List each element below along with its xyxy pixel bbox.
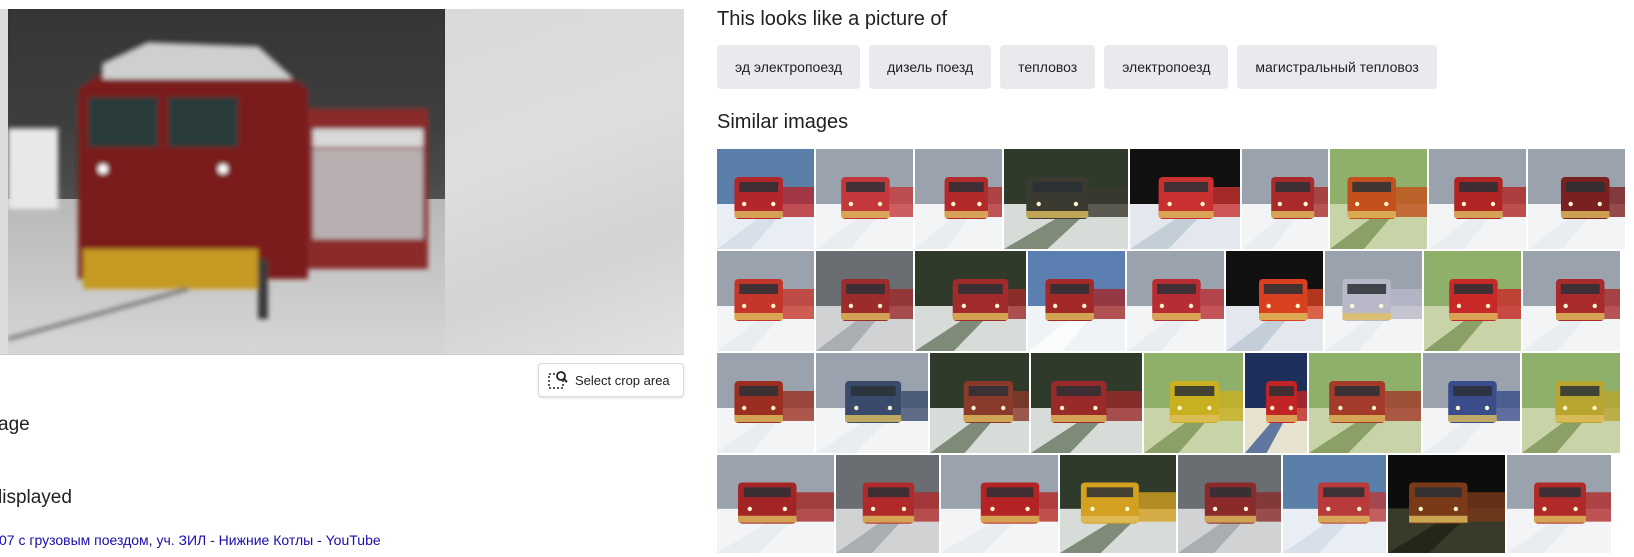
similar-image-thumbnail[interactable] [1522, 353, 1620, 453]
similar-images-row [717, 251, 1634, 351]
similar-image-thumbnail[interactable] [915, 149, 1002, 249]
similar-image-thumbnail[interactable] [1004, 149, 1128, 249]
similar-image-thumbnail[interactable] [717, 149, 814, 249]
label-chip[interactable]: тепловоз [1000, 45, 1096, 89]
label-chip[interactable]: электропоезд [1104, 45, 1229, 89]
similar-image-thumbnail[interactable] [1028, 251, 1125, 351]
label-chips: эд электропоезд дизель поезд тепловоз эл… [717, 45, 1437, 89]
similar-image-thumbnail[interactable] [717, 455, 834, 553]
select-crop-area-button[interactable]: Select crop area [538, 363, 684, 397]
crop-search-icon [547, 369, 569, 391]
side-heading-displayed: lisplayed [0, 487, 72, 508]
source-link[interactable]: 07 с грузовым поездом, уч. ЗИЛ - Нижние … [0, 532, 381, 548]
similar-image-thumbnail[interactable] [1178, 455, 1281, 553]
label-chip[interactable]: эд электропоезд [717, 45, 861, 89]
similar-image-thumbnail[interactable] [1523, 251, 1620, 351]
similar-image-thumbnail[interactable] [717, 251, 814, 351]
similar-image-thumbnail[interactable] [1031, 353, 1142, 453]
best-guess-title: This looks like a picture of [717, 8, 948, 30]
similar-image-thumbnail[interactable] [915, 251, 1026, 351]
similar-images-title: Similar images [717, 111, 849, 133]
similar-image-thumbnail[interactable] [1388, 455, 1505, 553]
similar-image-thumbnail[interactable] [717, 353, 814, 453]
similar-image-thumbnail[interactable] [1309, 353, 1421, 453]
similar-image-thumbnail[interactable] [1325, 251, 1422, 351]
query-image-preview [0, 9, 684, 355]
label-chip[interactable]: магистральный тепловоз [1237, 45, 1437, 89]
similar-image-thumbnail[interactable] [1283, 455, 1386, 553]
similar-image-thumbnail[interactable] [1127, 251, 1224, 351]
similar-image-thumbnail[interactable] [816, 149, 913, 249]
side-heading-image: age [0, 414, 30, 435]
similar-image-thumbnail[interactable] [1242, 149, 1328, 249]
similar-image-thumbnail[interactable] [816, 251, 913, 351]
similar-image-thumbnail[interactable] [1226, 251, 1323, 351]
similar-image-thumbnail[interactable] [1528, 149, 1625, 249]
similar-image-thumbnail[interactable] [816, 353, 928, 453]
similar-image-thumbnail[interactable] [930, 353, 1029, 453]
similar-image-thumbnail[interactable] [1507, 455, 1611, 553]
similar-image-thumbnail[interactable] [1330, 149, 1427, 249]
similar-image-thumbnail[interactable] [1144, 353, 1243, 453]
similar-image-thumbnail[interactable] [1060, 455, 1176, 553]
crop-button-label: Select crop area [575, 372, 670, 388]
query-image-padding [445, 9, 684, 354]
similar-image-thumbnail[interactable] [941, 455, 1058, 553]
label-chip[interactable]: дизель поезд [869, 45, 992, 89]
similar-image-thumbnail[interactable] [1424, 251, 1521, 351]
similar-images-row [717, 455, 1634, 553]
similar-image-thumbnail[interactable] [836, 455, 939, 553]
similar-image-thumbnail[interactable] [1429, 149, 1526, 249]
similar-images-row [717, 353, 1634, 453]
similar-images-row [717, 149, 1634, 249]
similar-image-thumbnail[interactable] [1245, 353, 1307, 453]
similar-images-grid [717, 149, 1634, 553]
similar-image-thumbnail[interactable] [1423, 353, 1520, 453]
similar-image-thumbnail[interactable] [1130, 149, 1240, 249]
query-image [8, 9, 445, 354]
